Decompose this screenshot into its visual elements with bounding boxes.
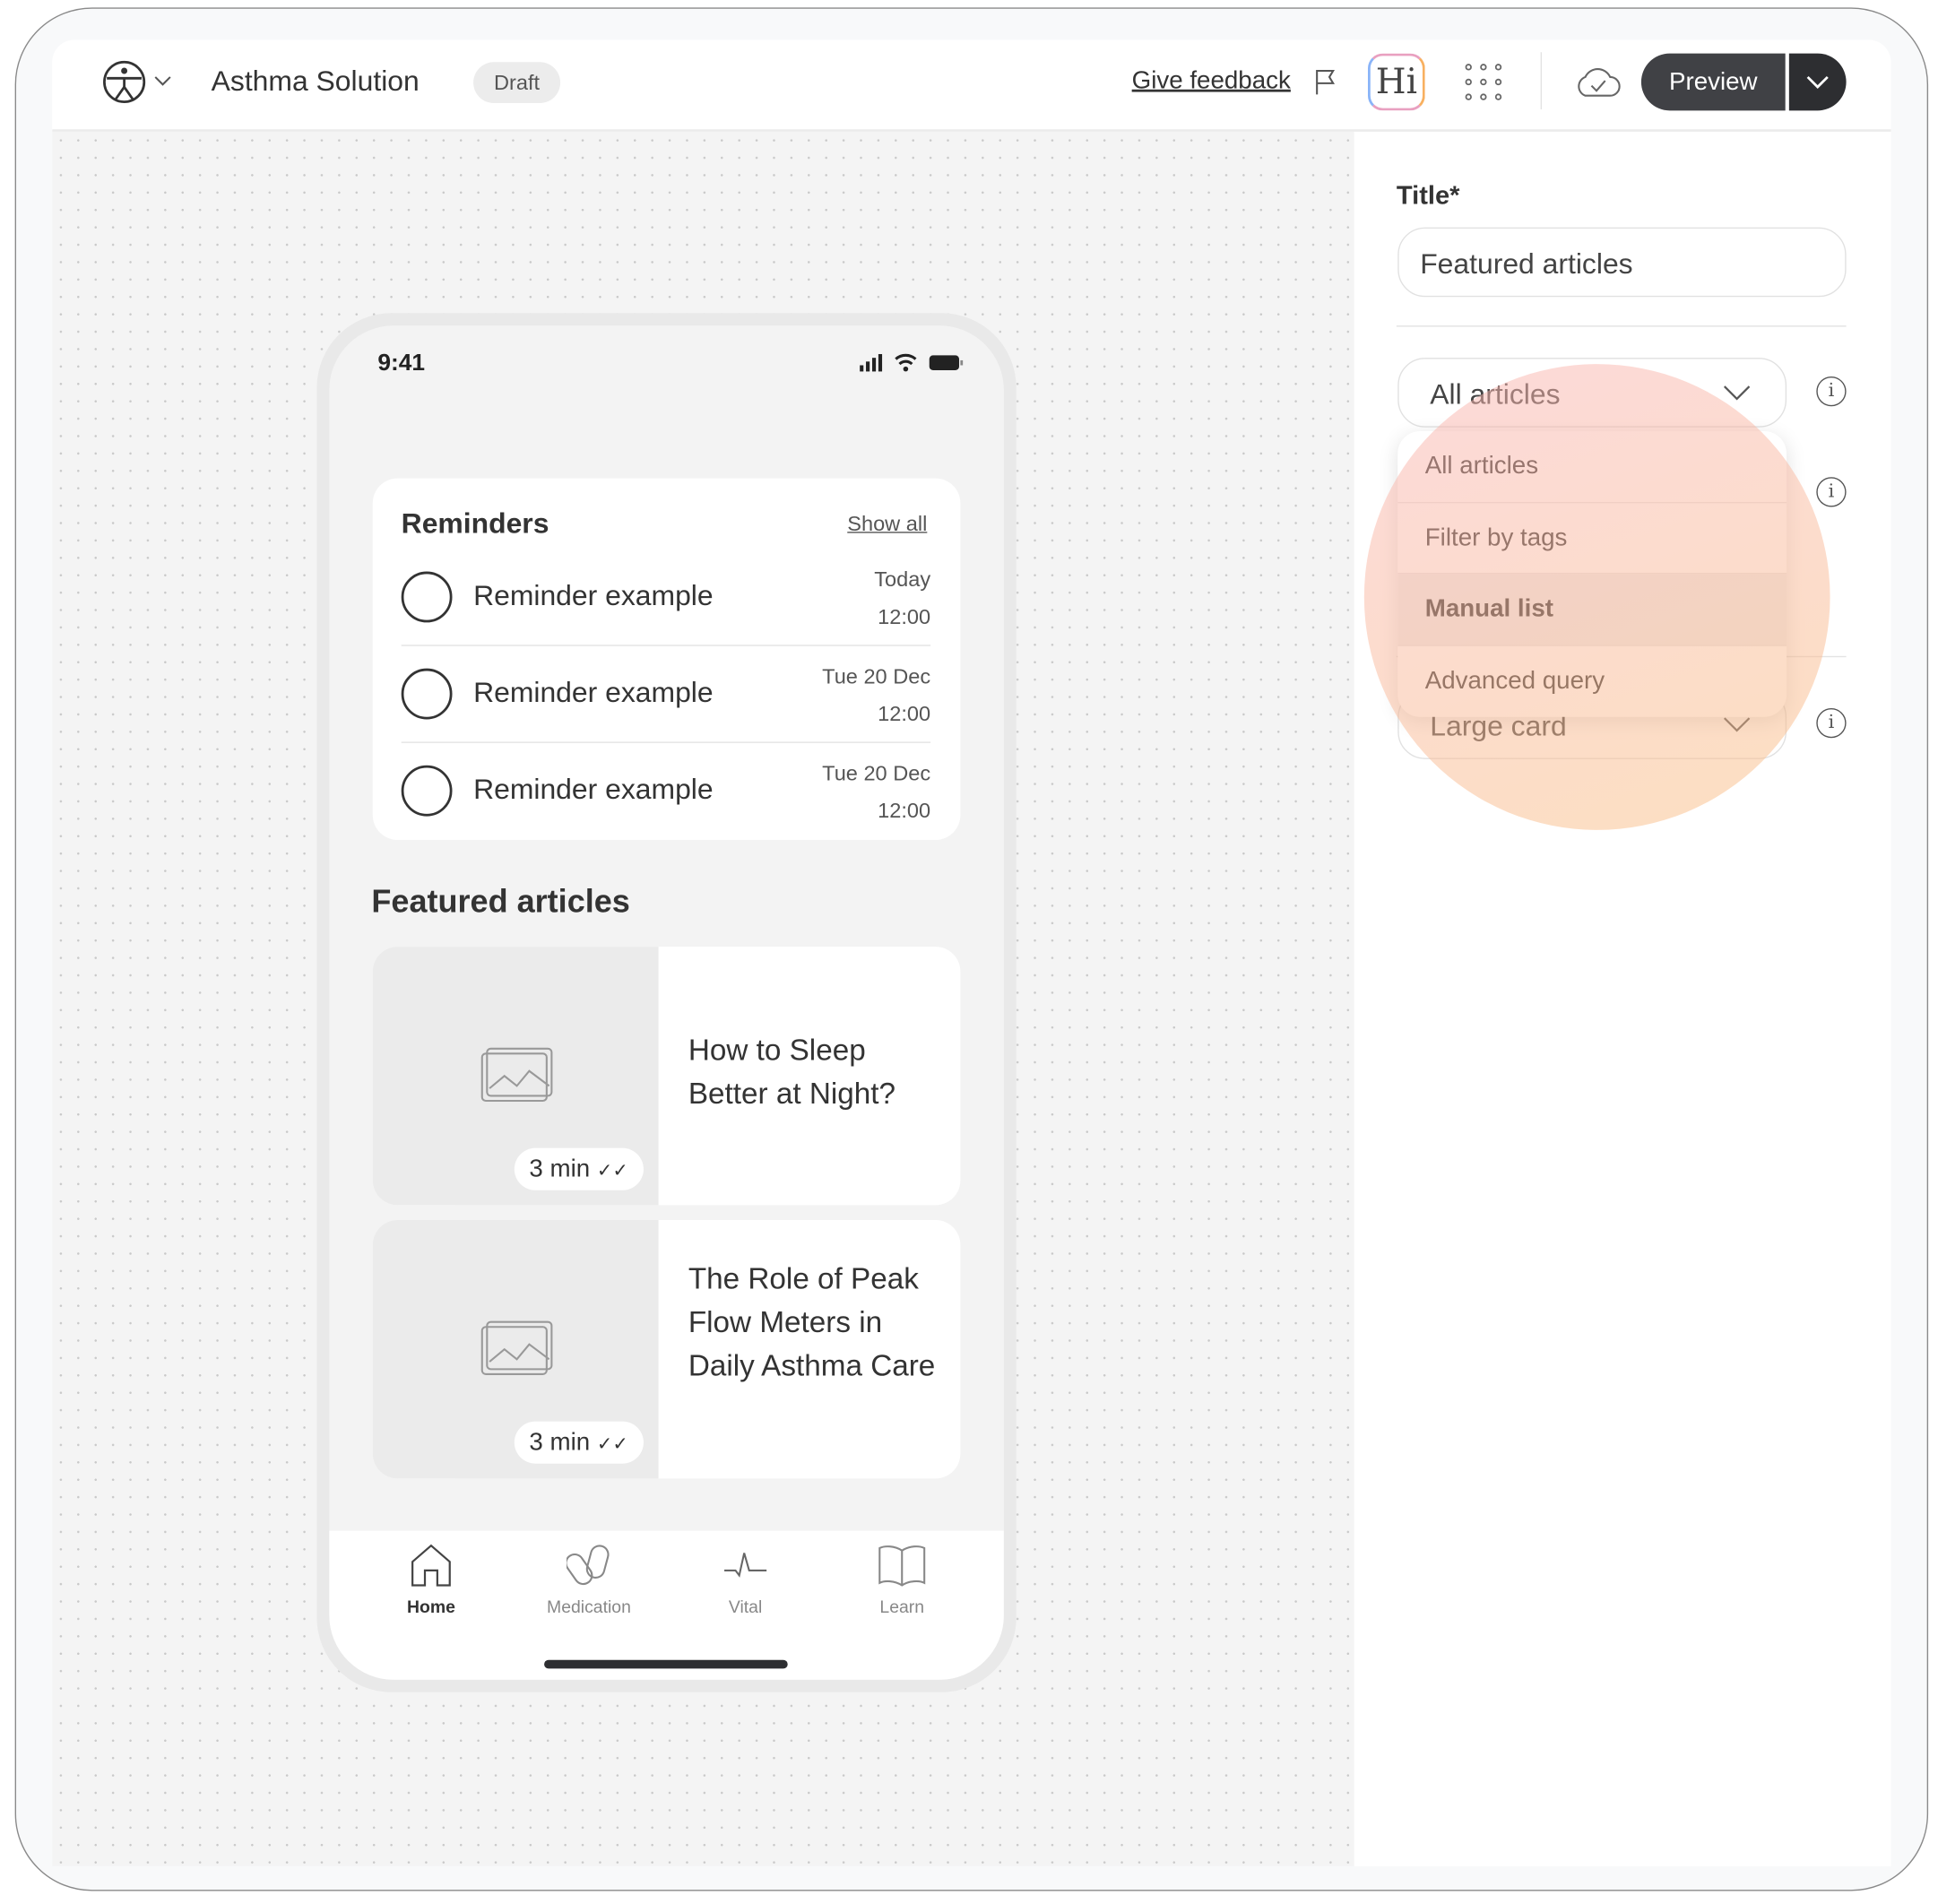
give-feedback-link[interactable]: Give feedback — [1132, 67, 1291, 96]
app-name: Asthma Solution — [211, 65, 420, 98]
preview-button[interactable]: Preview — [1640, 53, 1786, 111]
title-label: Title* — [1396, 181, 1460, 211]
flag-icon[interactable] — [1314, 68, 1337, 95]
image-placeholder-icon — [480, 1047, 553, 1103]
accessibility-icon[interactable] — [102, 60, 147, 105]
nav-home[interactable]: Home — [357, 1543, 506, 1616]
option-advanced-query[interactable]: Advanced query — [1397, 645, 1787, 717]
select-value: All articles — [1430, 377, 1561, 411]
nav-label: Medication — [547, 1597, 631, 1617]
nav-vital[interactable]: Vital — [671, 1543, 819, 1616]
chevron-down-icon — [1723, 717, 1751, 732]
chevron-down-icon — [1806, 75, 1829, 89]
cloud-saved-icon — [1578, 68, 1621, 97]
status-icons — [860, 353, 964, 372]
divider — [1396, 325, 1847, 327]
double-check-icon: ✓✓ — [596, 1433, 628, 1456]
reminder-checkbox[interactable] — [401, 765, 453, 817]
article-source-dropdown: All articles Filter by tags Manual list … — [1397, 430, 1787, 717]
reminder-row[interactable]: Reminder example Tue 20 Dec 12:00 — [401, 743, 931, 840]
nav-medication[interactable]: Medication — [515, 1543, 663, 1616]
pulse-icon — [724, 1553, 767, 1578]
reminders-title: Reminders — [401, 506, 549, 540]
preview-options-button[interactable] — [1788, 53, 1847, 111]
read-time-badge: 3 min ✓✓ — [514, 1421, 644, 1464]
nav-learn[interactable]: Learn — [827, 1543, 976, 1616]
image-placeholder-icon — [480, 1320, 553, 1375]
apps-grid-icon[interactable] — [1464, 62, 1503, 101]
home-icon — [411, 1544, 451, 1587]
article-thumbnail: 3 min ✓✓ — [372, 947, 659, 1206]
info-icon[interactable]: i — [1816, 477, 1847, 507]
article-card[interactable]: 3 min ✓✓ How to Sleep Better at Night? — [372, 947, 961, 1206]
info-icon[interactable]: i — [1816, 708, 1847, 739]
reminder-label: Reminder example — [473, 578, 714, 611]
status-time: 9:41 — [377, 350, 426, 376]
status-badge: Draft — [473, 62, 561, 104]
pills-icon — [565, 1545, 610, 1586]
bottom-nav: Home Medication Vital Learn — [329, 1530, 1004, 1680]
title-input[interactable]: Featured articles — [1397, 227, 1847, 298]
double-check-icon: ✓✓ — [596, 1160, 628, 1182]
book-icon — [878, 1545, 926, 1587]
read-time: 3 min — [529, 1155, 591, 1183]
hi-assistant-button[interactable]: Hi — [1367, 53, 1425, 111]
article-source-select[interactable]: All articles — [1397, 358, 1787, 428]
reminder-date: Tue 20 Dec — [822, 664, 931, 688]
article-card[interactable]: 3 min ✓✓ The Role of Peak Flow Meters in… — [372, 1220, 961, 1479]
reminder-time: 12:00 — [878, 702, 931, 726]
nav-label: Vital — [728, 1597, 763, 1617]
info-icon[interactable]: i — [1816, 376, 1847, 407]
reminder-checkbox[interactable] — [401, 668, 453, 720]
reminder-label: Reminder example — [473, 675, 714, 709]
reminder-time: 12:00 — [878, 604, 931, 629]
reminder-checkbox[interactable] — [401, 571, 453, 623]
reminder-row[interactable]: Reminder example Today 12:00 — [401, 550, 931, 646]
option-manual-list[interactable]: Manual list — [1397, 574, 1787, 646]
reminder-time: 12:00 — [878, 799, 931, 823]
home-indicator — [544, 1659, 788, 1669]
reminder-date: Today — [874, 567, 931, 592]
read-time: 3 min — [529, 1428, 591, 1457]
article-title: How to Sleep Better at Night? — [688, 1034, 895, 1112]
chevron-down-icon[interactable] — [154, 74, 171, 87]
article-title: The Role of Peak Flow Meters in Daily As… — [688, 1262, 936, 1383]
divider — [1540, 52, 1543, 109]
featured-articles-title: Featured articles — [371, 882, 630, 920]
article-thumbnail: 3 min ✓✓ — [372, 1220, 659, 1479]
chevron-down-icon — [1723, 385, 1751, 401]
nav-label: Home — [406, 1597, 455, 1617]
reminder-label: Reminder example — [473, 773, 714, 806]
read-time-badge: 3 min ✓✓ — [514, 1147, 644, 1190]
nav-label: Learn — [879, 1597, 925, 1617]
phone-screen: 9:41 Reminders Show all Reminder example… — [329, 325, 1004, 1680]
reminder-date: Tue 20 Dec — [822, 761, 931, 785]
option-filter-by-tags[interactable]: Filter by tags — [1397, 503, 1787, 575]
option-all-articles[interactable]: All articles — [1397, 431, 1787, 503]
show-all-link[interactable]: Show all — [847, 512, 927, 537]
reminder-row[interactable]: Reminder example Tue 20 Dec 12:00 — [401, 646, 931, 743]
